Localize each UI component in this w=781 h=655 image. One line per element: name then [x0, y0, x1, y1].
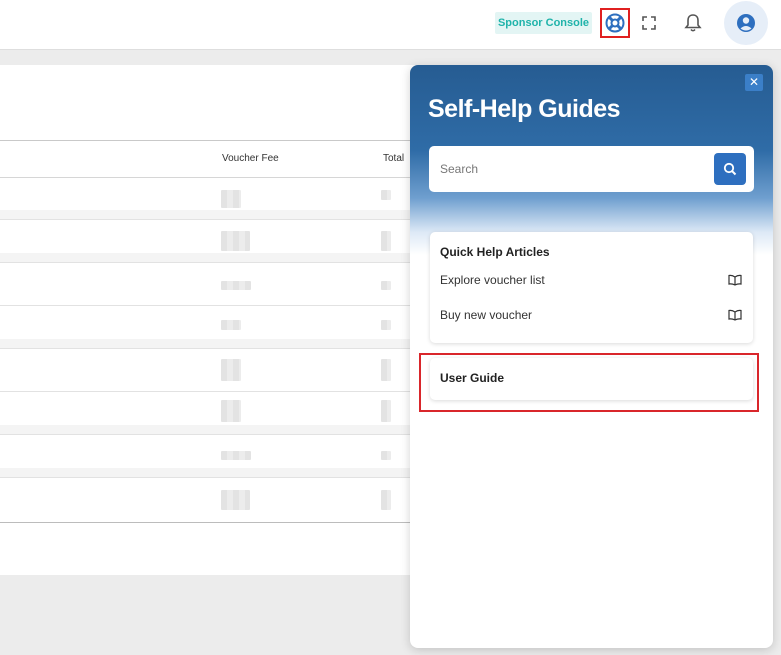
- close-button[interactable]: ✕: [745, 74, 763, 91]
- table-row[interactable]: [0, 478, 420, 522]
- quick-help-title: Quick Help Articles: [440, 245, 550, 259]
- sponsor-console-button[interactable]: Sponsor Console: [495, 12, 592, 34]
- article-explore-voucher-list[interactable]: Explore voucher list: [430, 265, 753, 295]
- redacted-value: [221, 359, 241, 381]
- table-row[interactable]: [0, 263, 420, 306]
- notifications-button[interactable]: [682, 11, 704, 35]
- top-bar: Sponsor Console: [0, 0, 781, 50]
- redacted-value: [381, 490, 391, 510]
- search-input[interactable]: [429, 146, 709, 192]
- book-open-icon: [728, 309, 742, 321]
- bell-icon: [684, 14, 702, 32]
- table-row-spacer: [0, 339, 420, 349]
- redacted-value: [221, 281, 251, 290]
- panel-title: Self-Help Guides: [428, 95, 621, 123]
- book-open-icon: [728, 274, 742, 286]
- redacted-value: [221, 400, 241, 422]
- lifebuoy-icon: [605, 13, 625, 33]
- article-label: Buy new voucher: [440, 308, 533, 322]
- redacted-value: [381, 400, 391, 422]
- redacted-value: [221, 451, 251, 460]
- redacted-value: [221, 490, 250, 510]
- table-row-spacer: [0, 210, 420, 220]
- user-guide-highlight: [419, 353, 759, 412]
- table-header: Voucher Fee Total: [0, 140, 420, 178]
- article-buy-new-voucher[interactable]: Buy new voucher: [430, 300, 753, 330]
- table-row-spacer: [0, 425, 420, 435]
- redacted-value: [381, 281, 391, 290]
- redacted-value: [221, 231, 250, 251]
- table-row-spacer: [0, 468, 420, 478]
- search-button[interactable]: [714, 153, 746, 185]
- fullscreen-button[interactable]: [638, 12, 660, 34]
- redacted-value: [221, 320, 241, 330]
- redacted-value: [221, 190, 241, 208]
- redacted-value: [381, 320, 391, 330]
- help-button[interactable]: [600, 8, 630, 38]
- quick-help-card: Quick Help Articles Explore voucher list…: [430, 232, 753, 343]
- search-icon: [723, 162, 737, 176]
- column-header-voucher-fee[interactable]: Voucher Fee: [222, 153, 279, 164]
- user-avatar-button[interactable]: [724, 1, 768, 45]
- table-row-spacer: [0, 253, 420, 263]
- redacted-value: [381, 231, 391, 251]
- user-circle-icon: [737, 14, 755, 32]
- article-label: Explore voucher list: [440, 273, 545, 287]
- table-row[interactable]: [0, 349, 420, 392]
- fullscreen-icon: [642, 16, 656, 30]
- redacted-value: [381, 451, 391, 460]
- redacted-value: [381, 359, 391, 381]
- column-header-total[interactable]: Total: [383, 153, 404, 164]
- redacted-value: [381, 190, 391, 200]
- table-footer-divider: [0, 522, 420, 523]
- search-box: [429, 146, 754, 192]
